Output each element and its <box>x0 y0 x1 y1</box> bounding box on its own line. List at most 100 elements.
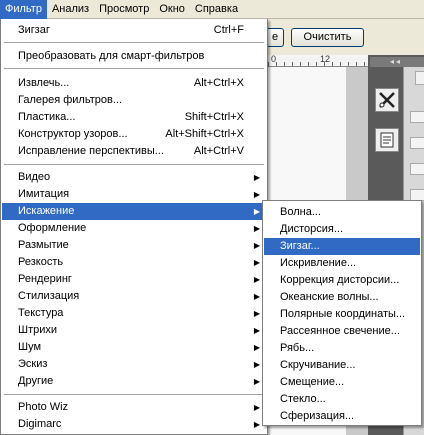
menu-item-label: Digimarc <box>18 418 62 430</box>
menu-item-label: Исправление перспективы... <box>18 145 164 157</box>
submenu-item-displace[interactable]: Смещение... <box>264 374 420 391</box>
menu-item-label: Имитация <box>18 188 70 200</box>
menu-analysis[interactable]: Анализ <box>47 0 94 19</box>
menu-help[interactable]: Справка <box>190 0 243 19</box>
submenu-arrow-icon: ▶ <box>253 292 260 301</box>
tools-icon[interactable] <box>375 88 399 112</box>
submenu-arrow-icon: ▶ <box>253 326 260 335</box>
submenu-item-spherize[interactable]: Сферизация... <box>264 408 420 425</box>
menu-item-shortcut: Alt+Ctrl+X <box>193 77 244 89</box>
submenu-item-shear[interactable]: Искривление... <box>264 255 420 272</box>
menu-window[interactable]: Окно <box>154 0 190 19</box>
menu-item-label: Оформление <box>18 222 87 234</box>
menu-item-distort[interactable]: Искажение ▶ <box>2 203 266 220</box>
menu-item-label: Пластика... <box>18 111 76 123</box>
menu-item-label: Конструктор узоров... <box>18 128 128 140</box>
submenu-arrow-icon: ▶ <box>253 360 260 369</box>
menu-item-shortcut: Alt+Shift+Ctrl+X <box>165 128 244 140</box>
menu-item-sketch[interactable]: Эскиз ▶ <box>2 356 266 373</box>
submenu-arrow-icon: ▶ <box>253 258 260 267</box>
submenu-item-ocean-ripple[interactable]: Океанские волны... <box>264 289 420 306</box>
menu-item-shortcut: Shift+Ctrl+X <box>184 111 244 123</box>
panel-collapse-handle[interactable]: ◂◂ <box>370 57 424 67</box>
menu-item-stylize[interactable]: Стилизация ▶ <box>2 288 266 305</box>
menu-item-label: Рендеринг <box>18 273 72 285</box>
menu-item-video[interactable]: Видео ▶ <box>2 169 266 186</box>
reset-button[interactable]: Очистить <box>291 28 364 47</box>
menu-separator <box>4 164 264 165</box>
menu-separator <box>4 42 264 43</box>
submenu-arrow-icon: ▶ <box>253 173 260 182</box>
submenu-arrow-icon: ▶ <box>253 190 260 199</box>
menu-filter[interactable]: Фильтр <box>0 0 47 19</box>
submenu-item-zigzag[interactable]: Зигзаг... <box>264 238 420 255</box>
menu-item-sharpen[interactable]: Резкость ▶ <box>2 254 266 271</box>
menu-item-brush-strokes[interactable]: Оформление ▶ <box>2 220 266 237</box>
submenu-arrow-icon: ▶ <box>253 207 260 216</box>
menu-item-label: Извлечь... <box>18 77 70 89</box>
submenu-item-wave[interactable]: Волна... <box>264 204 420 221</box>
menu-item-label: Резкость <box>18 256 64 268</box>
menu-item-vanishing-point[interactable]: Исправление перспективы... Alt+Ctrl+V <box>2 143 266 160</box>
filter-menu: Зигзаг Ctrl+F Преобразовать для смарт-фи… <box>0 19 268 435</box>
ruler-label-partial: 0 <box>271 54 277 64</box>
submenu-item-ripple[interactable]: Рябь... <box>264 340 420 357</box>
menu-item-label: Другие <box>18 375 54 387</box>
menu-item-filter-gallery[interactable]: Галерея фильтров... <box>2 92 266 109</box>
menu-item-label: Текстура <box>18 307 64 319</box>
menu-item-render[interactable]: Рендеринг ▶ <box>2 271 266 288</box>
submenu-arrow-icon: ▶ <box>253 224 260 233</box>
menu-separator <box>4 68 264 69</box>
submenu-item-pinch[interactable]: Дисторсия... <box>264 221 420 238</box>
menu-item-pattern-maker[interactable]: Конструктор узоров... Alt+Shift+Ctrl+X <box>2 126 266 143</box>
submenu-arrow-icon: ▶ <box>253 420 260 429</box>
menu-separator <box>4 394 264 395</box>
menu-item-extract[interactable]: Извлечь... Alt+Ctrl+X <box>2 75 266 92</box>
scissors-tools-icon <box>379 92 395 108</box>
submenu-arrow-icon: ▶ <box>253 403 260 412</box>
menu-item-label: Преобразовать для смарт-фильтров <box>18 50 205 62</box>
menu-item-texture[interactable]: Текстура ▶ <box>2 305 266 322</box>
menu-item-label: Зигзаг <box>18 24 50 36</box>
distort-submenu: Волна... Дисторсия... Зигзаг... Искривле… <box>262 200 422 426</box>
panel-field[interactable] <box>410 137 424 149</box>
menu-item-digimarc[interactable]: Digimarc ▶ <box>2 416 266 433</box>
menu-item-blur[interactable]: Размытие ▶ <box>2 237 266 254</box>
menu-item-label: Эскиз <box>18 358 48 370</box>
menu-item-label: Штрихи <box>18 324 58 336</box>
submenu-arrow-icon: ▶ <box>253 275 260 284</box>
panel-field[interactable] <box>410 163 424 175</box>
submenu-item-glass[interactable]: Стекло... <box>264 391 420 408</box>
submenu-item-lens-correction[interactable]: Коррекция дисторсии... <box>264 272 420 289</box>
menu-item-liquify[interactable]: Пластика... Shift+Ctrl+X <box>2 109 266 126</box>
menu-item-smart-filters[interactable]: Преобразовать для смарт-фильтров <box>2 48 266 65</box>
menu-item-last-filter[interactable]: Зигзаг Ctrl+F <box>2 22 266 39</box>
page-icon <box>380 132 394 148</box>
submenu-item-twirl[interactable]: Скручивание... <box>264 357 420 374</box>
cut-button[interactable]: е <box>266 28 284 47</box>
menu-item-label: Размытие <box>18 239 69 251</box>
menu-bar: Фильтр Анализ Просмотр Окно Справка <box>0 0 424 19</box>
menu-item-other[interactable]: Другие ▶ <box>2 373 266 390</box>
submenu-arrow-icon: ▶ <box>253 343 260 352</box>
submenu-item-polar-coordinates[interactable]: Полярные координаты... <box>264 306 420 323</box>
horizontal-ruler <box>268 55 368 67</box>
panel-field[interactable] <box>410 111 424 123</box>
ruler-label: 12 <box>320 54 331 64</box>
document-panel-icon[interactable] <box>375 128 399 152</box>
submenu-arrow-icon: ▶ <box>253 377 260 386</box>
submenu-arrow-icon: ▶ <box>253 309 260 318</box>
menu-item-photo-wiz[interactable]: Photo Wiz ▶ <box>2 399 266 416</box>
menu-item-shortcut: Alt+Ctrl+V <box>193 145 244 157</box>
menu-item-shortcut: Ctrl+F <box>213 24 244 36</box>
menu-item-noise[interactable]: Шум ▶ <box>2 339 266 356</box>
menu-item-label: Галерея фильтров... <box>18 94 123 106</box>
menu-item-strokes[interactable]: Штрихи ▶ <box>2 322 266 339</box>
menu-view[interactable]: Просмотр <box>94 0 154 19</box>
submenu-arrow-icon: ▶ <box>253 241 260 250</box>
submenu-item-diffuse-glow[interactable]: Рассеянное свечение... <box>264 323 420 340</box>
panel-tab[interactable] <box>415 71 424 85</box>
menu-item-label: Стилизация <box>18 290 80 302</box>
menu-item-label: Photo Wiz <box>18 401 69 413</box>
menu-item-artistic[interactable]: Имитация ▶ <box>2 186 266 203</box>
